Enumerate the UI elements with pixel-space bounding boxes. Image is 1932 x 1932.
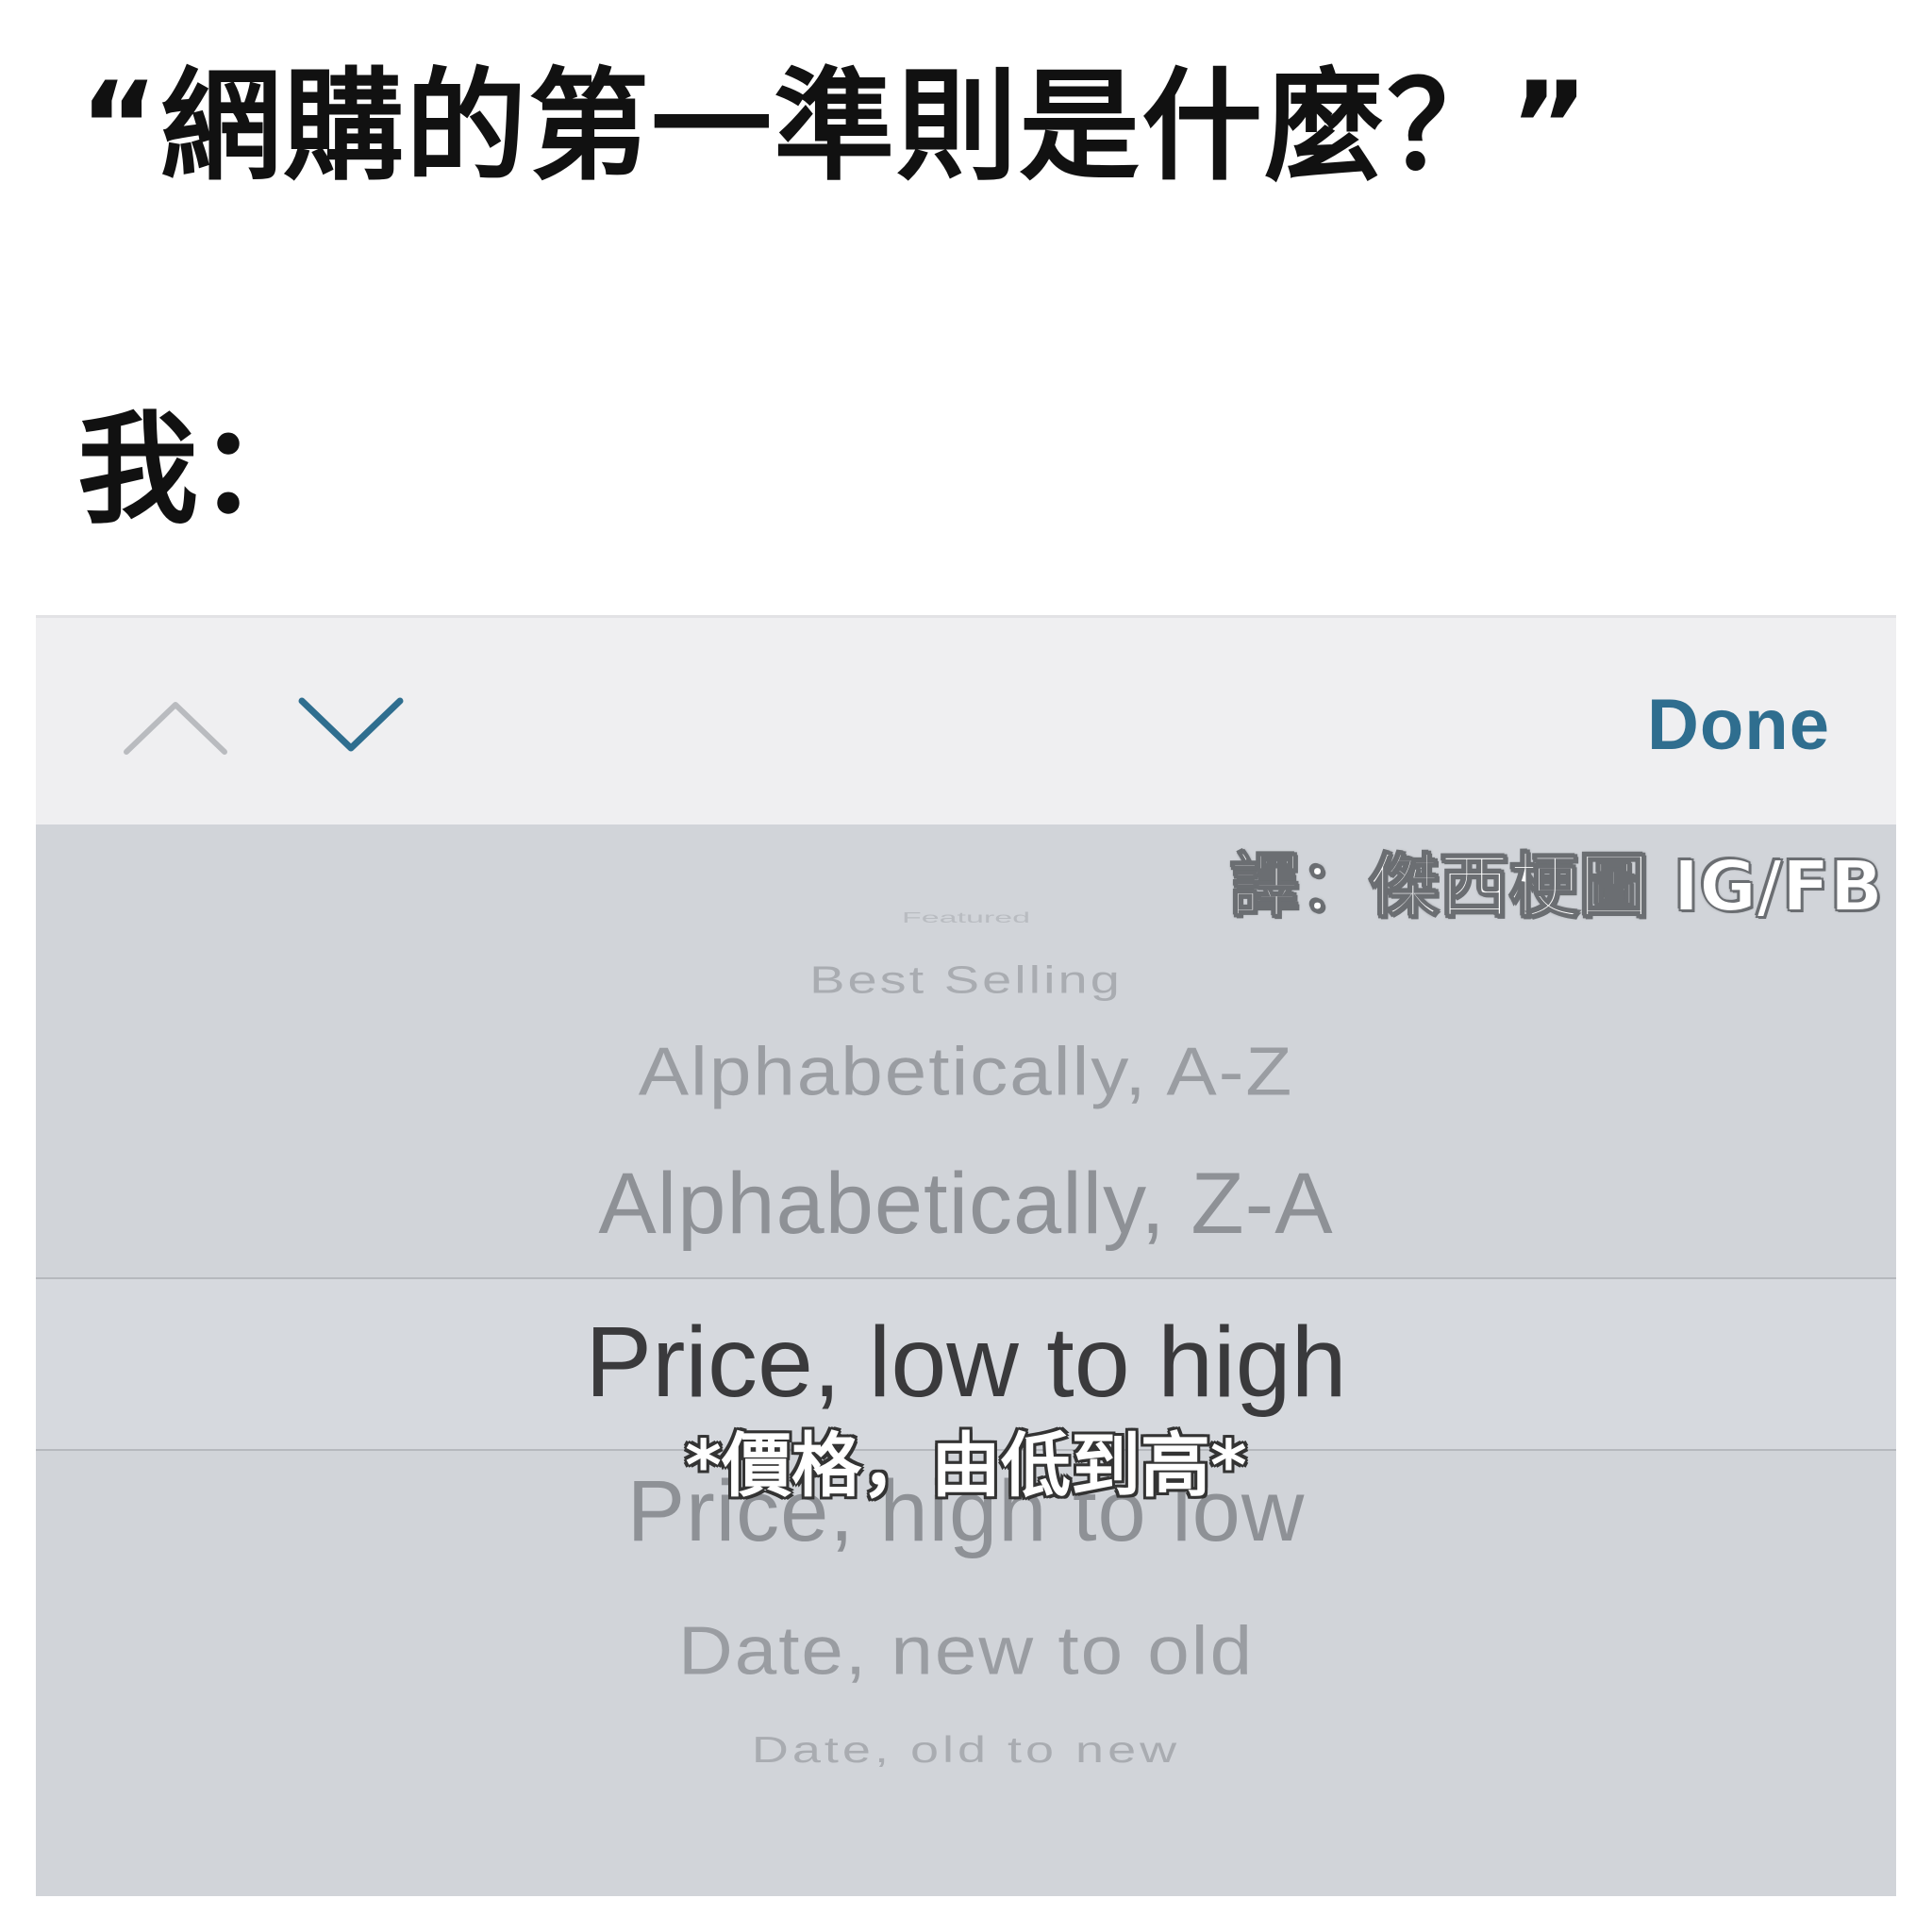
- next-field-button[interactable]: [285, 675, 417, 778]
- picker-option-featured[interactable]: Featured: [36, 910, 1896, 927]
- previous-field-button[interactable]: [109, 675, 242, 778]
- picker-option-date-old-new[interactable]: Date, old to new: [36, 1729, 1896, 1772]
- chevron-up-icon: [124, 702, 227, 755]
- done-button[interactable]: Done: [1647, 673, 1830, 776]
- sort-picker-wheel[interactable]: Featured Best Selling Alphabetically, A-…: [36, 824, 1896, 1896]
- chevron-down-icon: [298, 697, 404, 752]
- picker-option-alpha-za[interactable]: Alphabetically, Z-A: [36, 1155, 1896, 1254]
- meme-reply-label: 我：: [77, 400, 320, 541]
- picker-option-date-new-old[interactable]: Date, new to old: [36, 1612, 1896, 1690]
- picker-option-best-selling[interactable]: Best Selling: [36, 958, 1896, 1002]
- picker-option-alpha-az[interactable]: Alphabetically, A-Z: [36, 1033, 1896, 1111]
- picker-option-price-low-high[interactable]: Price, low to high: [36, 1306, 1896, 1420]
- sort-picker-panel: Done 譯：傑西梗圖 IG/FB Featured Best Selling …: [36, 615, 1896, 1896]
- meme-caption: “網購的第一準則是什麼？”: [79, 57, 1591, 197]
- picker-toolbar: Done: [36, 615, 1896, 824]
- translation-subtitle: *價格，由低到高*: [685, 1425, 1247, 1507]
